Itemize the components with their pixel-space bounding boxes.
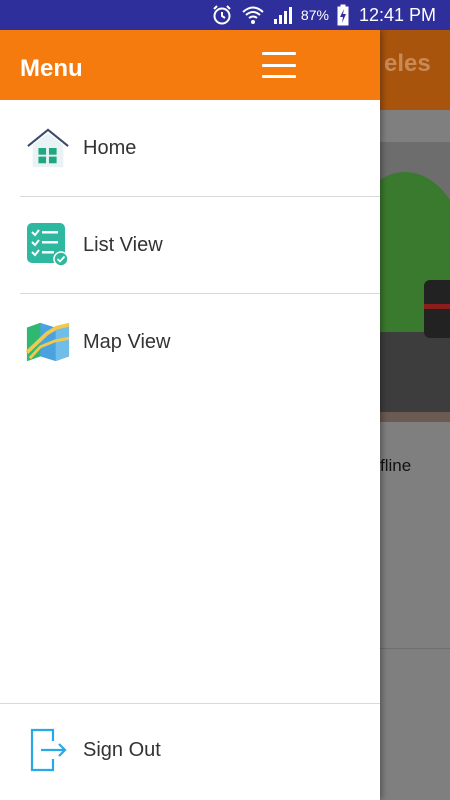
background-divider	[380, 648, 450, 649]
map-icon	[26, 320, 70, 364]
menu-item-label: Map View	[83, 330, 171, 353]
status-time: 12:41 PM	[358, 4, 436, 25]
battery-percent: 87%	[300, 7, 329, 23]
background-title: eles	[384, 50, 431, 77]
vehicle-status-label: fline	[380, 456, 412, 475]
vehicle-image	[424, 280, 450, 338]
menu-item-list-view[interactable]: List View	[0, 197, 380, 293]
menu-item-label: List View	[83, 233, 163, 256]
alarm-icon	[211, 4, 233, 26]
wifi-icon	[241, 4, 265, 26]
drawer-title: Menu	[20, 55, 83, 82]
drawer-menu-list: Home List View Map View	[0, 100, 380, 390]
sign-out-button[interactable]: Sign Out	[0, 704, 380, 800]
menu-item-map-view[interactable]: Map View	[0, 294, 380, 390]
checklist-icon	[26, 223, 70, 267]
hamburger-menu-icon[interactable]	[262, 52, 296, 78]
vehicle-illustration	[380, 142, 450, 422]
battery-charging-icon	[337, 4, 349, 26]
menu-item-home[interactable]: Home	[0, 100, 380, 196]
signal-icon	[273, 5, 293, 25]
drawer-header: Menu	[0, 30, 380, 100]
sign-out-label: Sign Out	[83, 739, 161, 761]
menu-item-label: Home	[83, 136, 137, 159]
home-icon	[26, 126, 70, 170]
sign-out-icon	[26, 728, 70, 772]
navigation-drawer: Menu Home List View Map View Sign Out	[0, 30, 380, 800]
status-bar: 87% 12:41 PM	[0, 0, 450, 30]
